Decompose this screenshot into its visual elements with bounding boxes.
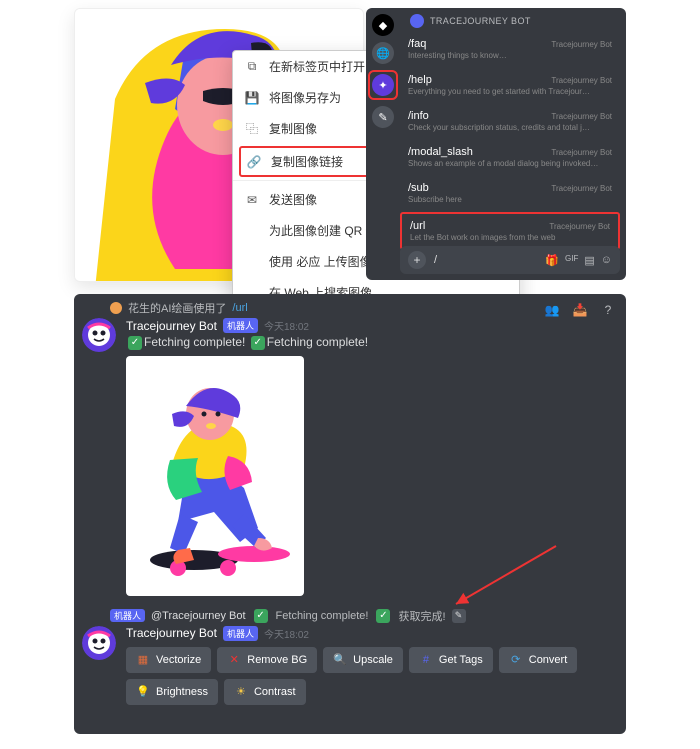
image-attachment[interactable] [126, 356, 304, 596]
upscale-icon: 🔍 [333, 653, 347, 667]
command-source: Tracejourney Bot [549, 222, 610, 231]
gift-icon[interactable]: 🎁 [545, 254, 559, 267]
button-label: Vectorize [156, 654, 201, 666]
sticker-icon[interactable]: ▤ [584, 254, 594, 267]
command-name: /url [410, 220, 425, 232]
message-timestamp: 今天18:02 [264, 318, 309, 333]
check-icon: ✓ [254, 609, 268, 623]
command-description: Subscribe here [408, 195, 612, 204]
sidebar-app-icon[interactable]: ◆ [372, 14, 394, 36]
command-name: /help [408, 74, 432, 86]
button-label: Convert [529, 654, 568, 666]
sidebar-bot-icon[interactable]: ✦ [372, 74, 394, 96]
command-description: Check your subscription status, credits … [408, 123, 612, 132]
command-header-label: TRACEJOURNEY BOT [430, 16, 531, 26]
contrast-button[interactable]: ☀ Contrast [224, 679, 306, 705]
tags-button[interactable]: # Get Tags [409, 647, 493, 673]
context-menu-item-label: 复制图像链接 [271, 153, 343, 170]
annotation-arrow [446, 542, 566, 612]
gif-icon[interactable]: GIF [565, 254, 578, 267]
command-description: Interesting things to know… [408, 51, 612, 60]
reply-indicator: 花生的AI绘画使用了 /url [110, 300, 618, 316]
command-source: Tracejourney Bot [551, 148, 612, 157]
save-icon: 💾 [245, 91, 259, 105]
sidebar-globe-icon[interactable]: 🌐 [372, 42, 394, 64]
action-buttons-row: ▦ Vectorize ✕ Remove BG 🔍 Upscale # Get Tags ⟳ Co… [126, 647, 618, 705]
slash-command-item[interactable]: /sub Tracejourney Bot Subscribe here [400, 176, 620, 210]
slash-command-item[interactable]: /help Tracejourney Bot Everything you need… [400, 68, 620, 102]
message-input[interactable]: / [434, 254, 537, 266]
brightness-icon: 💡 [136, 685, 150, 699]
command-list: /faq Tracejourney Bot Interesting things t… [400, 32, 620, 250]
context-menu-item-label: 复制图像 [269, 120, 317, 137]
reply-badge: 机器人 [110, 609, 145, 622]
slash-command-item[interactable]: /faq Tracejourney Bot Interesting things t… [400, 32, 620, 66]
command-source: Tracejourney Bot [551, 40, 612, 49]
command-name: /info [408, 110, 429, 122]
check-icon: ✓ [251, 336, 265, 350]
convert-icon: ⟳ [509, 653, 523, 667]
message-text: ✓Fetching complete! ✓Fetching complete! [126, 335, 618, 350]
context-menu-item-label: 使用 必应 上传图像 [269, 253, 372, 270]
slash-command-item[interactable]: /modal_slash Tracejourney Bot Shows an exa… [400, 140, 620, 174]
convert-button[interactable]: ⟳ Convert [499, 647, 578, 673]
bot-icon [410, 14, 424, 28]
input-actions: 🎁 GIF ▤ ☺ [545, 254, 612, 267]
discord-conversation-panel: 👥📥? 花生的AI绘画使用了 /url Tracejourney Bot 机器人… [74, 294, 626, 734]
bot-badge: 机器人 [223, 626, 258, 641]
brightness-button[interactable]: 💡 Brightness [126, 679, 218, 705]
message-username[interactable]: Tracejourney Bot [126, 319, 217, 333]
copy-icon: ⿻ [245, 122, 259, 136]
removebg-button[interactable]: ✕ Remove BG [217, 647, 317, 673]
vectorize-icon: ▦ [136, 653, 150, 667]
context-menu-item-label: 将图像另存为 [269, 89, 341, 106]
sidebar-pencil-icon[interactable]: ✎ [372, 106, 394, 128]
bot-badge: 机器人 [223, 318, 258, 333]
check-icon: ✓ [376, 609, 390, 623]
contrast-icon: ☀ [234, 685, 248, 699]
skater-full-illustration [134, 364, 296, 588]
command-description: Shows an example of a modal dialog being… [408, 159, 612, 168]
command-description: Let the Bot work on images from the web [410, 233, 610, 242]
button-label: Get Tags [439, 654, 483, 666]
command-source: Tracejourney Bot [551, 184, 612, 193]
bot-avatar[interactable] [82, 318, 116, 352]
reply-command[interactable]: /url [232, 302, 247, 314]
bot-avatar[interactable] [82, 626, 116, 660]
attach-button[interactable]: + [408, 251, 426, 269]
slash-command-item[interactable]: /info Tracejourney Bot Check your subscrip… [400, 104, 620, 138]
tab-icon: ⧉ [245, 60, 259, 74]
command-name: /sub [408, 182, 429, 194]
button-label: Remove BG [247, 654, 307, 666]
slash-command-item[interactable]: /url Tracejourney Bot Let the Bot work on … [400, 212, 620, 250]
command-panel-header: TRACEJOURNEY BOT [400, 8, 626, 34]
command-source: Tracejourney Bot [551, 112, 612, 121]
tags-icon: # [419, 653, 433, 667]
message-area: 花生的AI绘画使用了 /url Tracejourney Bot 机器人 今天1… [82, 300, 618, 705]
command-name: /modal_slash [408, 146, 473, 158]
reply-avatar [110, 302, 122, 314]
discord-command-panel: ◆ 🌐 ✦ ✎ TRACEJOURNEY BOT /faq Tracejourney B… [366, 8, 626, 280]
emoji-icon[interactable]: ☺ [601, 254, 612, 267]
button-label: Brightness [156, 686, 208, 698]
removebg-icon: ✕ [227, 653, 241, 667]
message-input-bar[interactable]: + / 🎁 GIF ▤ ☺ [400, 246, 620, 274]
reply-user: 花生的AI绘画使用了 [128, 300, 226, 316]
reply-mention[interactable]: @Tracejourney Bot [151, 610, 246, 622]
message-timestamp: 今天18:02 [264, 626, 309, 641]
command-description: Everything you need to get started with … [408, 87, 612, 96]
command-sidebar: ◆ 🌐 ✦ ✎ [366, 8, 400, 280]
upscale-button[interactable]: 🔍 Upscale [323, 647, 403, 673]
send-icon: ✉ [245, 193, 259, 207]
link-icon: 🔗 [247, 155, 261, 169]
button-label: Upscale [353, 654, 393, 666]
message-2: Tracejourney Bot 机器人 今天18:02 ▦ Vectorize ✕… [82, 626, 618, 705]
context-menu-item-label: 发送图像 [269, 191, 317, 208]
command-source: Tracejourney Bot [551, 76, 612, 85]
message-username[interactable]: Tracejourney Bot [126, 626, 217, 640]
check-icon: ✓ [128, 336, 142, 350]
command-name: /faq [408, 38, 426, 50]
vectorize-button[interactable]: ▦ Vectorize [126, 647, 211, 673]
button-label: Contrast [254, 686, 296, 698]
